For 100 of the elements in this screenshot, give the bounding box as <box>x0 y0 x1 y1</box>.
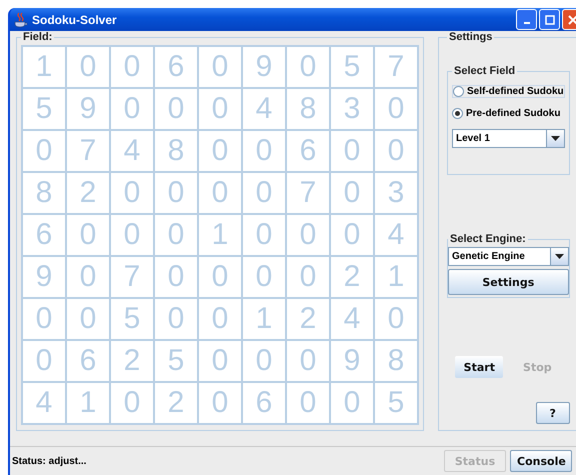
sudoku-cell[interactable]: 0 <box>198 46 242 88</box>
sudoku-cell[interactable]: 0 <box>198 172 242 214</box>
sudoku-cell[interactable]: 0 <box>286 382 330 424</box>
sudoku-cell[interactable]: 9 <box>22 256 66 298</box>
sudoku-cell[interactable]: 7 <box>374 46 418 88</box>
sudoku-cell[interactable]: 8 <box>154 130 198 172</box>
sudoku-cell[interactable]: 0 <box>22 340 66 382</box>
sudoku-cell[interactable]: 0 <box>198 298 242 340</box>
sudoku-cell[interactable]: 0 <box>110 214 154 256</box>
maximize-icon <box>544 14 554 24</box>
sudoku-cell[interactable]: 0 <box>66 214 110 256</box>
sudoku-cell[interactable]: 0 <box>154 256 198 298</box>
sudoku-cell[interactable]: 0 <box>198 88 242 130</box>
sudoku-cell[interactable]: 0 <box>242 172 286 214</box>
sudoku-cell[interactable]: 0 <box>198 382 242 424</box>
sudoku-cell[interactable]: 1 <box>66 382 110 424</box>
sudoku-cell[interactable]: 0 <box>66 256 110 298</box>
sudoku-cell[interactable]: 4 <box>374 214 418 256</box>
level-dropdown[interactable]: Level 1 <box>452 129 565 148</box>
sudoku-cell[interactable]: 8 <box>22 172 66 214</box>
sudoku-cell[interactable]: 2 <box>110 340 154 382</box>
sudoku-cell[interactable]: 0 <box>110 46 154 88</box>
sudoku-cell[interactable]: 4 <box>330 298 374 340</box>
sudoku-cell[interactable]: 2 <box>66 172 110 214</box>
sudoku-cell[interactable]: 3 <box>374 172 418 214</box>
radio-option[interactable]: Self-defined Sudoku <box>452 85 565 98</box>
sudoku-cell[interactable]: 0 <box>154 172 198 214</box>
help-button[interactable]: ? <box>536 402 570 424</box>
sudoku-cell[interactable]: 0 <box>242 130 286 172</box>
sudoku-cell[interactable]: 8 <box>286 88 330 130</box>
sudoku-cell[interactable]: 0 <box>154 298 198 340</box>
sudoku-cell[interactable]: 6 <box>286 130 330 172</box>
sudoku-cell[interactable]: 7 <box>66 130 110 172</box>
sudoku-cell[interactable]: 0 <box>198 256 242 298</box>
sudoku-cell[interactable]: 6 <box>66 340 110 382</box>
status-bar-button[interactable]: Console <box>510 450 572 472</box>
engine-dropdown[interactable]: Genetic Engine <box>448 247 569 266</box>
sudoku-cell[interactable]: 9 <box>66 88 110 130</box>
sudoku-cell[interactable]: 4 <box>242 88 286 130</box>
run-button[interactable]: Start <box>455 356 504 378</box>
sudoku-cell[interactable]: 0 <box>110 172 154 214</box>
sudoku-cell[interactable]: 0 <box>374 130 418 172</box>
sudoku-cell[interactable]: 5 <box>154 340 198 382</box>
sudoku-cell[interactable]: 6 <box>154 46 198 88</box>
select-field-legend: Select Field <box>452 65 518 77</box>
sudoku-cell[interactable]: 0 <box>330 172 374 214</box>
sudoku-cell[interactable]: 0 <box>330 130 374 172</box>
sudoku-cell[interactable]: 1 <box>374 256 418 298</box>
close-icon <box>568 14 576 24</box>
minimize-button[interactable] <box>516 9 537 30</box>
sudoku-cell[interactable]: 2 <box>330 256 374 298</box>
settings-legend: Settings <box>447 31 494 43</box>
sudoku-cell[interactable]: 0 <box>286 214 330 256</box>
sudoku-cell[interactable]: 0 <box>66 46 110 88</box>
sudoku-cell[interactable]: 6 <box>22 214 66 256</box>
sudoku-cell[interactable]: 4 <box>110 130 154 172</box>
sudoku-cell[interactable]: 5 <box>330 46 374 88</box>
sudoku-cell[interactable]: 0 <box>330 214 374 256</box>
sudoku-cell[interactable]: 0 <box>22 298 66 340</box>
sudoku-cell[interactable]: 0 <box>22 130 66 172</box>
sudoku-cell[interactable]: 5 <box>110 298 154 340</box>
sudoku-cell[interactable]: 0 <box>374 88 418 130</box>
sudoku-cell[interactable]: 7 <box>286 172 330 214</box>
sudoku-cell[interactable]: 2 <box>154 382 198 424</box>
sudoku-cell[interactable]: 0 <box>330 382 374 424</box>
sudoku-cell[interactable]: 6 <box>242 382 286 424</box>
sudoku-cell[interactable]: 0 <box>154 214 198 256</box>
window-title: Sodoku-Solver <box>32 12 118 26</box>
sudoku-cell[interactable]: 5 <box>22 88 66 130</box>
sudoku-cell[interactable]: 0 <box>198 340 242 382</box>
sudoku-cell[interactable]: 0 <box>110 382 154 424</box>
sudoku-cell[interactable]: 8 <box>374 340 418 382</box>
sudoku-cell[interactable]: 7 <box>110 256 154 298</box>
sudoku-cell[interactable]: 9 <box>330 340 374 382</box>
sudoku-cell[interactable]: 0 <box>66 298 110 340</box>
sudoku-cell[interactable]: 2 <box>286 298 330 340</box>
sudoku-cell[interactable]: 3 <box>330 88 374 130</box>
sudoku-cell[interactable]: 0 <box>374 298 418 340</box>
sudoku-cell[interactable]: 9 <box>242 46 286 88</box>
sudoku-cell[interactable]: 0 <box>242 256 286 298</box>
sudoku-cell[interactable]: 0 <box>286 46 330 88</box>
field-legend: Field: <box>21 31 54 43</box>
sudoku-cell[interactable]: 4 <box>22 382 66 424</box>
radio-option[interactable]: Pre-defined Sudoku <box>452 108 560 119</box>
sudoku-cell[interactable]: 0 <box>242 214 286 256</box>
minimize-icon <box>524 22 530 24</box>
sudoku-cell[interactable]: 0 <box>286 256 330 298</box>
sudoku-cell[interactable]: 0 <box>198 130 242 172</box>
sudoku-cell[interactable]: 0 <box>242 340 286 382</box>
maximize-button[interactable] <box>539 9 560 30</box>
sudoku-cell[interactable]: 5 <box>374 382 418 424</box>
sudoku-cell[interactable]: 1 <box>22 46 66 88</box>
sudoku-cell[interactable]: 0 <box>286 340 330 382</box>
sudoku-cell[interactable]: 0 <box>110 88 154 130</box>
dropdown-arrow-icon <box>550 136 560 141</box>
sudoku-cell[interactable]: 0 <box>154 88 198 130</box>
sudoku-cell[interactable]: 1 <box>242 298 286 340</box>
select-engine-legend: Select Engine: <box>448 233 528 245</box>
settings-button[interactable]: Settings <box>448 269 569 295</box>
sudoku-cell[interactable]: 1 <box>198 214 242 256</box>
